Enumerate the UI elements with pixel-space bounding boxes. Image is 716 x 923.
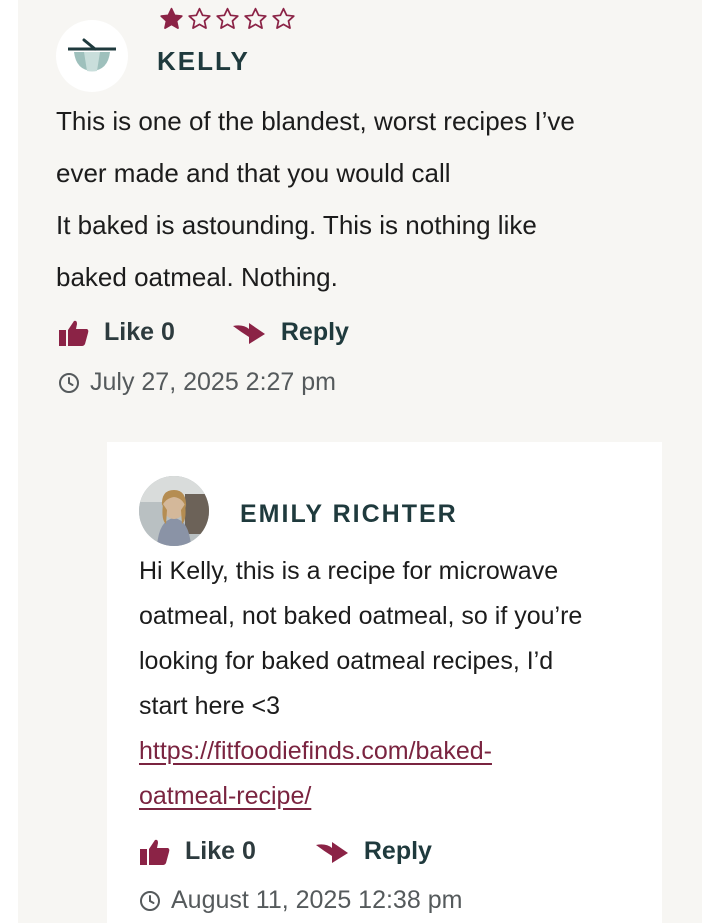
reply-text-line: Hi Kelly, this is a recipe for microwave <box>139 557 559 585</box>
thumbs-up-icon <box>140 839 170 865</box>
reply-label: Reply <box>363 837 432 865</box>
star-icon <box>160 7 183 29</box>
bowl-icon <box>68 38 116 72</box>
clock-icon <box>140 890 160 911</box>
comment-text-line: baked oatmeal. Nothing. <box>56 262 338 292</box>
star-icon <box>216 7 239 29</box>
comment-text-line: It baked is astounding. This is nothing … <box>56 210 537 240</box>
date-label: July 27, 2025 2:27 pm <box>90 368 336 396</box>
avatar <box>139 476 209 546</box>
reply-actions: Like 0 Reply <box>139 837 432 866</box>
clock-icon <box>59 372 79 393</box>
like-label: Like 0 <box>104 318 175 346</box>
like-button[interactable]: Like 0 <box>139 837 256 866</box>
like-button[interactable]: Like 0 <box>58 318 175 347</box>
recipe-link[interactable]: oatmeal-recipe/ <box>139 782 311 810</box>
star-icon <box>272 7 295 29</box>
reply-text-line: oatmeal, not baked oatmeal, so if you’re <box>139 602 583 630</box>
reply-text-line: looking for baked oatmeal recipes, I’d <box>139 647 554 675</box>
comment-author: KELLY <box>157 46 250 76</box>
thumbs-up-icon <box>59 320 89 346</box>
reply-button[interactable]: Reply <box>231 318 349 347</box>
like-label: Like 0 <box>185 837 256 865</box>
reply-arrow-icon <box>315 841 348 863</box>
reply-button[interactable]: Reply <box>314 837 432 866</box>
reply-text-line: start here <3 <box>139 692 281 720</box>
star-icon <box>188 7 211 29</box>
comment-date: July 27, 2025 2:27 pm <box>58 368 336 397</box>
reply-date: August 11, 2025 12:38 pm <box>139 886 462 915</box>
reply-author: EMILY RICHTER <box>240 500 458 528</box>
date-label: August 11, 2025 12:38 pm <box>171 886 463 914</box>
reply-body: Hi Kelly, this is a recipe for microwave… <box>139 549 659 819</box>
recipe-link[interactable]: https://fitfoodiefinds.com/baked- <box>139 737 492 765</box>
comment-text-line: This is one of the blandest, worst recip… <box>56 106 575 136</box>
star-rating <box>158 6 297 32</box>
profile-photo <box>139 476 209 546</box>
comment-actions: Like 0 Reply <box>58 318 349 347</box>
comment-body: This is one of the blandest, worst recip… <box>56 95 676 303</box>
reply-arrow-icon <box>232 322 265 344</box>
reply-label: Reply <box>280 318 349 346</box>
star-icon <box>244 7 267 29</box>
comment-text-line: ever made and that you would call <box>56 158 451 188</box>
avatar <box>56 20 128 92</box>
